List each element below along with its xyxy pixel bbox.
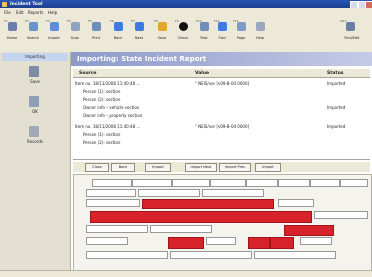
- menu-edit[interactable]: Edit: [16, 10, 24, 15]
- toolbar-button-home[interactable]: F1 Home: [4, 19, 20, 45]
- toolbar-button-back[interactable]: F6 Back: [110, 19, 126, 45]
- menu-help[interactable]: Help: [48, 10, 57, 15]
- highlighted-field[interactable]: [142, 199, 274, 209]
- find-edit-icon: [346, 22, 355, 31]
- form-field[interactable]: [150, 225, 212, 233]
- key-icon: [29, 126, 39, 137]
- scan-icon: [71, 22, 80, 31]
- form-field[interactable]: [86, 199, 140, 207]
- table-row[interactable]: Owner info – property section: [73, 111, 370, 119]
- toolbar-button-search[interactable]: F2 Search: [25, 19, 41, 45]
- toolbar-button-post[interactable]: F10 Post: [196, 19, 212, 45]
- sidebar-item-records[interactable]: Records: [10, 124, 60, 148]
- printer-icon: [29, 96, 39, 107]
- form-field[interactable]: [172, 179, 210, 187]
- form-field[interactable]: [86, 189, 136, 197]
- back-arrow-icon: [114, 22, 123, 31]
- record-icon: [179, 22, 188, 31]
- highlighted-field[interactable]: [270, 237, 294, 249]
- toolbar-button-find-edit[interactable]: Alt-F Find/Edit: [340, 19, 364, 45]
- sidebar-item-ok[interactable]: OK: [10, 94, 60, 118]
- form-field[interactable]: [210, 179, 246, 187]
- close-form-button[interactable]: Close: [85, 163, 109, 172]
- form-field[interactable]: [254, 251, 336, 259]
- record-form: [73, 174, 372, 276]
- print-icon: [92, 22, 101, 31]
- form-field[interactable]: [340, 179, 368, 187]
- form-field[interactable]: [92, 179, 132, 187]
- help-icon: [256, 22, 265, 31]
- window-title: Incident Tool: [10, 1, 43, 7]
- status-bar: [0, 270, 372, 277]
- form-field[interactable]: [206, 237, 236, 245]
- form-field[interactable]: [132, 179, 172, 187]
- import-prev-button[interactable]: Import Prev: [219, 163, 251, 172]
- sidebar-item-save[interactable]: Save: [10, 64, 60, 88]
- highlighted-field[interactable]: [90, 211, 312, 223]
- folder-icon: [158, 22, 167, 31]
- sidebar-title: Importing: [2, 53, 68, 61]
- form-field[interactable]: [278, 199, 314, 207]
- import-icon: [50, 22, 59, 31]
- table-row[interactable]: Person (1): section: [73, 130, 370, 138]
- menu-reports[interactable]: Reports: [28, 10, 43, 15]
- column-value[interactable]: Value: [195, 71, 209, 76]
- import-button[interactable]: Import: [145, 163, 171, 172]
- document-icon: [29, 66, 39, 77]
- action-bar: Close Back Import Import Next Import Pre…: [73, 162, 370, 172]
- table-row[interactable]: Person (1): section: [73, 87, 370, 95]
- forward-icon: [218, 22, 227, 31]
- highlighted-field[interactable]: [168, 237, 204, 249]
- toolbar-button-check[interactable]: F9 Check: [175, 19, 191, 45]
- form-field[interactable]: [138, 189, 200, 197]
- home-icon: [8, 22, 17, 31]
- search-icon: [29, 22, 38, 31]
- post-icon: [200, 22, 209, 31]
- toolbar-button-page[interactable]: F12 Page: [233, 19, 249, 45]
- page-icon: [237, 22, 246, 31]
- toolbar: F1 Home F2 Search F3 Import F4 Scan F5 P…: [0, 15, 372, 53]
- toolbar-button-import[interactable]: F3 Import: [46, 19, 62, 45]
- table-row[interactable]: Person (2): section: [73, 138, 370, 146]
- form-field[interactable]: [246, 179, 278, 187]
- form-field[interactable]: [314, 211, 368, 219]
- table-row[interactable]: Person (2): section: [73, 95, 370, 103]
- import-next-button[interactable]: Import Next: [185, 163, 217, 172]
- main-panel: Importing: State Incident Report Source …: [71, 52, 372, 277]
- toolbar-button-next[interactable]: F7 Next: [131, 19, 147, 45]
- divider: [73, 159, 370, 160]
- form-field[interactable]: [300, 237, 332, 245]
- column-source[interactable]: Source: [79, 71, 96, 76]
- title-bar: Incident Tool: [0, 0, 372, 9]
- import-all-button[interactable]: Import: [255, 163, 281, 172]
- form-field[interactable]: [86, 237, 128, 245]
- application-window: Incident Tool File Edit Reports Help F1 …: [0, 0, 372, 277]
- sidebar: Importing Save OK Records: [0, 52, 71, 277]
- form-field[interactable]: [278, 179, 310, 187]
- highlighted-field[interactable]: [284, 225, 334, 236]
- toolbar-button-forward[interactable]: F11 Fwd: [214, 19, 230, 45]
- form-field[interactable]: [310, 179, 340, 187]
- form-field[interactable]: [202, 189, 264, 197]
- column-status[interactable]: Status: [327, 71, 343, 76]
- table-header: Source Value Status: [73, 69, 370, 78]
- toolbar-button-scan[interactable]: F4 Scan: [67, 19, 83, 45]
- toolbar-button-help[interactable]: Help: [252, 19, 268, 45]
- highlighted-field[interactable]: [248, 237, 270, 249]
- toolbar-button-save[interactable]: F8 Save: [154, 19, 170, 45]
- toolbar-button-print[interactable]: F5 Print: [88, 19, 104, 45]
- menu-bar: File Edit Reports Help: [0, 8, 372, 15]
- form-field[interactable]: [170, 251, 252, 259]
- form-field[interactable]: [86, 251, 168, 259]
- form-field[interactable]: [86, 225, 148, 233]
- app-icon: [2, 1, 7, 7]
- next-arrow-icon: [135, 22, 144, 31]
- table-row[interactable]: Item no. 18/11/2008 11:40:48 ... " NEIS/…: [73, 79, 370, 87]
- menu-file[interactable]: File: [4, 10, 11, 15]
- table-row[interactable]: Item no. 18/11/2008 11:40:48 ... " NEIS/…: [73, 122, 370, 130]
- back-button[interactable]: Back: [111, 163, 135, 172]
- table-row[interactable]: Owner info – vehicle section Imported: [73, 103, 370, 111]
- page-title: Importing: State Incident Report: [71, 52, 372, 66]
